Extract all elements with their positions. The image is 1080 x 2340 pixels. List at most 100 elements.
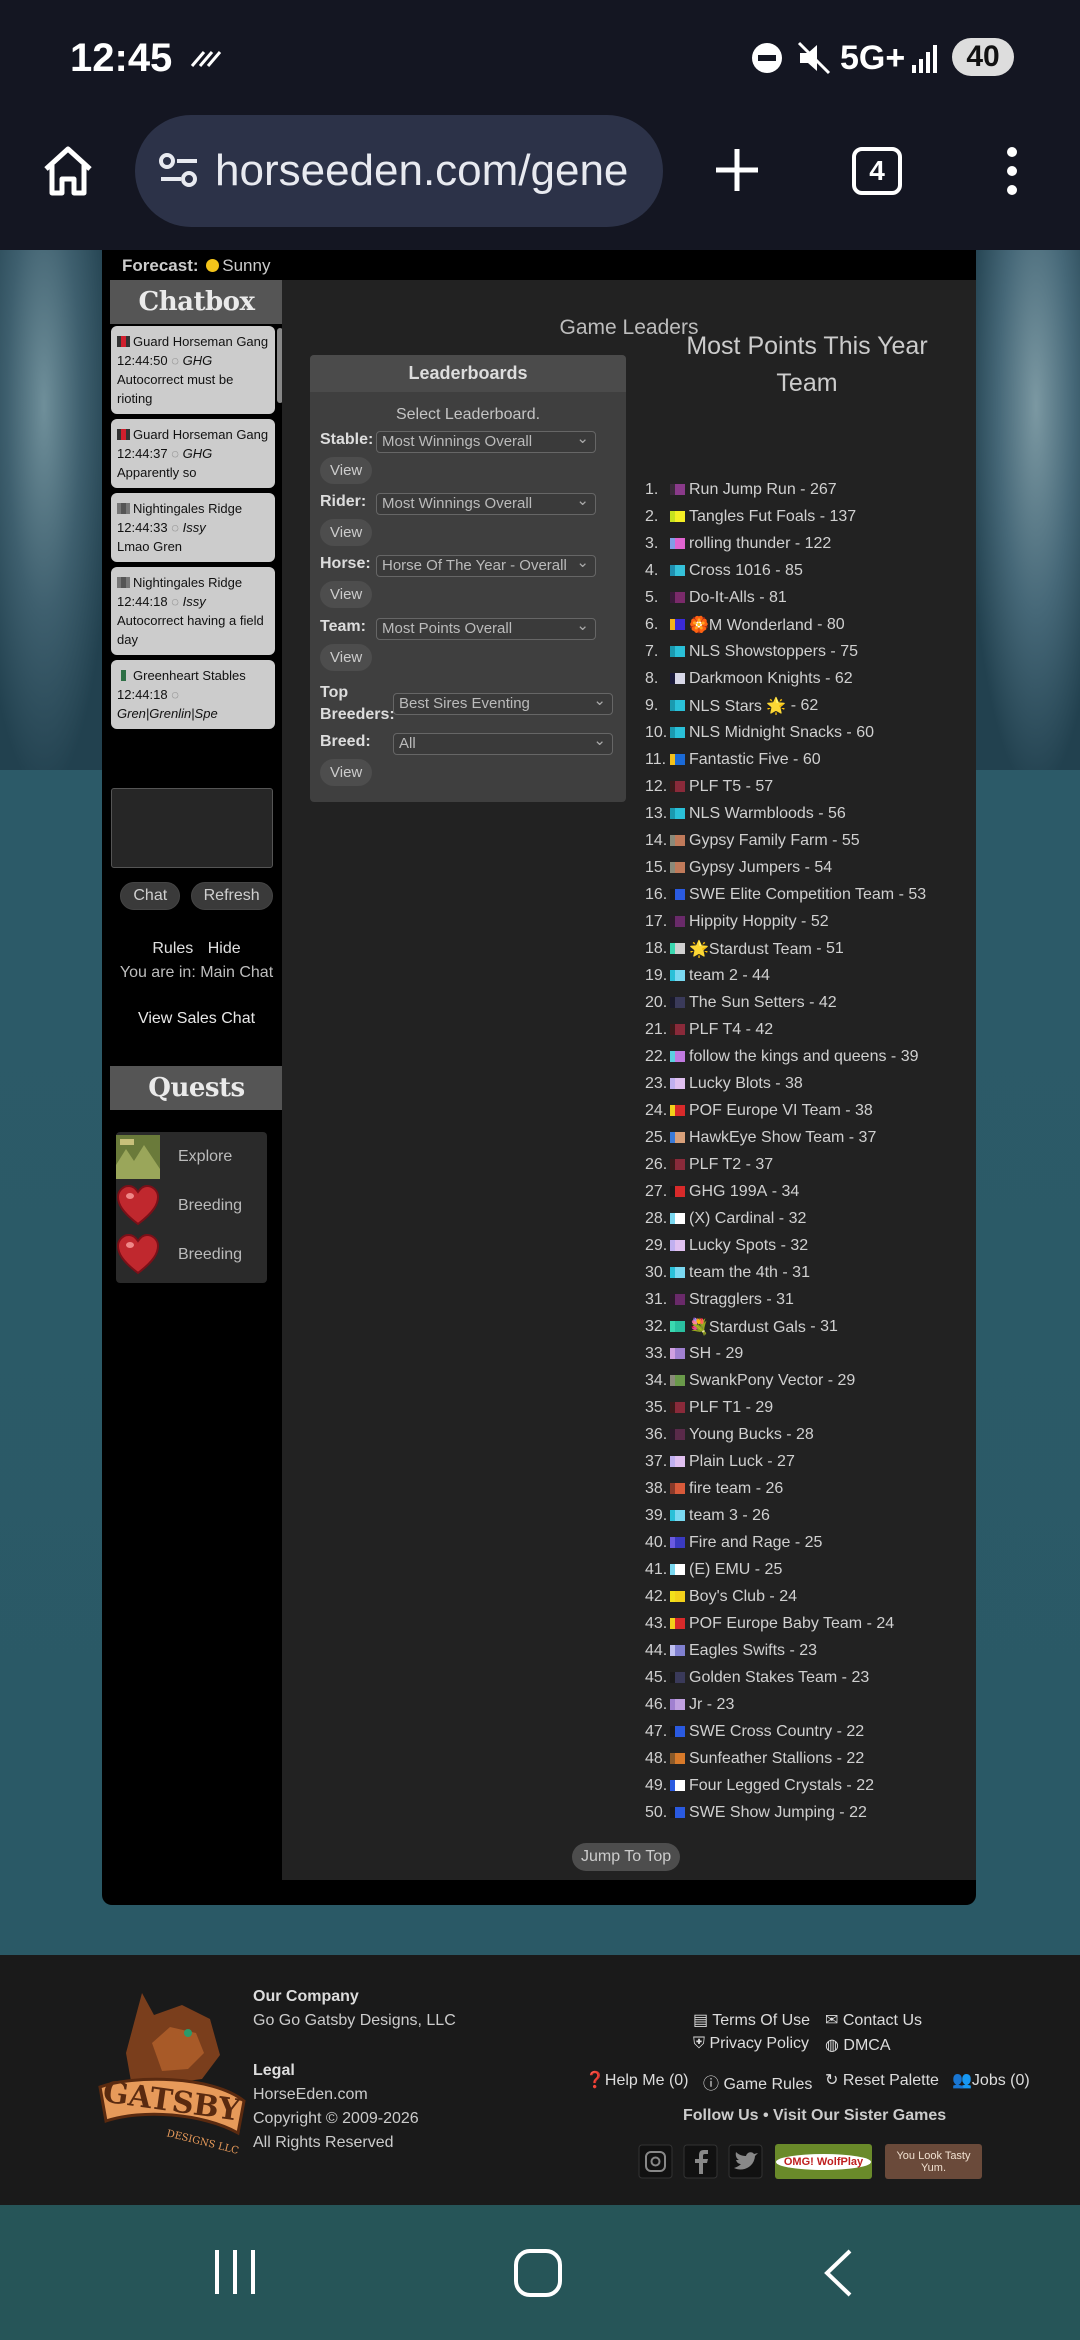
team-name-link[interactable]: Cross 1016 (689, 562, 771, 580)
team-name-link[interactable]: team 2 (689, 967, 738, 985)
wolfplay-banner[interactable]: OMG! WolfPlay (775, 2144, 872, 2179)
team-name-link[interactable]: PLF T2 (689, 1156, 741, 1174)
rider-view-button[interactable]: View (320, 519, 373, 546)
chat-input[interactable] (111, 788, 273, 868)
horse-view-button[interactable]: View (320, 581, 373, 608)
team-name-link[interactable]: HawkEye Show Team (689, 1129, 844, 1147)
stable-view-button[interactable]: View (320, 457, 373, 484)
team-name-link[interactable]: rolling thunder (689, 535, 790, 553)
team-name-link[interactable]: Hippity Hoppity (689, 913, 797, 931)
recent-apps-icon[interactable] (213, 2250, 257, 2294)
chat-user[interactable]: Gren|Grenlin|Spe (117, 706, 218, 721)
breed-select[interactable]: All (393, 731, 613, 755)
team-name-link[interactable]: Boy's Club (689, 1588, 765, 1606)
team-name-link[interactable]: SWE Elite Competition Team (689, 886, 894, 904)
site-settings-icon[interactable] (157, 151, 201, 191)
team-select[interactable]: Most Points Overall (376, 616, 596, 640)
team-name-link[interactable]: Sunfeather Stallions (689, 1750, 832, 1768)
team-name-link[interactable]: Run Jump Run (689, 481, 796, 499)
team-name-link[interactable]: NLS Showstoppers (689, 643, 826, 661)
home-nav-icon[interactable] (513, 2248, 563, 2298)
quest-item[interactable]: Breeding (116, 1230, 267, 1279)
stable-select[interactable]: Most Winnings Overall (376, 429, 596, 453)
breeders-select[interactable]: Best Sires Eventing (393, 691, 613, 715)
team-name-link[interactable]: SwankPony Vector (689, 1372, 823, 1390)
team-name-link[interactable]: Fantastic Five (689, 751, 789, 769)
more-menu-icon[interactable] (1000, 145, 1024, 197)
rules-link[interactable]: Rules (152, 940, 193, 957)
chat-user[interactable]: GHG (183, 446, 213, 461)
refresh-button[interactable]: Refresh (190, 882, 273, 910)
rules-footer-link[interactable]: ⓘ Game Rules (703, 2070, 812, 2094)
team-name-link[interactable]: PLF T1 (689, 1399, 741, 1417)
team-name-link[interactable]: (X) Cardinal (689, 1210, 774, 1228)
team-name-link[interactable]: SWE Cross Country (689, 1723, 832, 1741)
team-name-link[interactable]: NLS Midnight Snacks (689, 724, 842, 742)
chat-user[interactable]: GHG (183, 353, 213, 368)
team-name-link[interactable]: (E) EMU (689, 1561, 750, 1579)
team-name-link[interactable]: The Sun Setters (689, 994, 805, 1012)
terms-link[interactable]: ▤ Terms Of Use (693, 2010, 810, 2030)
help-link[interactable]: ❓Help Me (0) (585, 2070, 689, 2090)
team-name-link[interactable]: NLS Stars 🌟 (689, 696, 786, 716)
twitter-icon[interactable] (728, 2144, 763, 2179)
quest-item[interactable]: Explore (116, 1132, 267, 1181)
team-name-link[interactable]: follow the kings and queens (689, 1048, 886, 1066)
quest-item[interactable]: Breeding (116, 1181, 267, 1230)
chat-stable[interactable]: Guard Horseman Gang (133, 427, 268, 442)
team-name-link[interactable]: Golden Stakes Team (689, 1669, 837, 1687)
team-name-link[interactable]: PLF T5 (689, 778, 741, 796)
team-name-link[interactable]: POF Europe Baby Team (689, 1615, 862, 1633)
team-name-link[interactable]: Fire and Rage (689, 1534, 790, 1552)
jump-to-top-button[interactable]: Jump To Top (572, 1843, 681, 1871)
team-name-link[interactable]: 🌟Stardust Team (689, 939, 812, 959)
team-name-link[interactable]: Young Bucks (689, 1426, 782, 1444)
chat-stable[interactable]: Greenheart Stables (133, 668, 246, 683)
team-name-link[interactable]: Four Legged Crystals (689, 1777, 842, 1795)
team-name-link[interactable]: fire team (689, 1480, 751, 1498)
team-name-link[interactable]: Stragglers (689, 1291, 762, 1309)
team-name-link[interactable]: SH (689, 1345, 711, 1363)
chat-messages[interactable]: Guard Horseman Gang 12:44:50 ◌ GHG Autoc… (110, 324, 283, 766)
new-tab-icon[interactable] (712, 145, 762, 195)
team-name-link[interactable]: 💐Stardust Gals (689, 1317, 806, 1337)
team-name-link[interactable]: Tangles Fut Foals (689, 508, 815, 526)
contact-link[interactable]: ✉ Contact Us (825, 2010, 922, 2030)
chat-stable[interactable]: Nightingales Ridge (133, 575, 242, 590)
back-icon[interactable] (822, 2248, 854, 2298)
address-bar[interactable]: horseeden.com/gene (135, 115, 663, 227)
rider-select[interactable]: Most Winnings Overall (376, 491, 596, 515)
team-name-link[interactable]: Lucky Spots (689, 1237, 776, 1255)
team-name-link[interactable]: Darkmoon Knights (689, 670, 821, 688)
facebook-icon[interactable] (683, 2144, 718, 2179)
team-name-link[interactable]: team the 4th (689, 1264, 778, 1282)
team-name-link[interactable]: POF Europe VI Team (689, 1102, 841, 1120)
chat-stable[interactable]: Guard Horseman Gang (133, 334, 268, 349)
dmca-link[interactable]: ◍ DMCA (825, 2035, 891, 2055)
breed-view-button[interactable]: View (320, 759, 373, 786)
team-name-link[interactable]: Gypsy Family Farm (689, 832, 828, 850)
team-name-link[interactable]: Gypsy Jumpers (689, 859, 800, 877)
tasty-banner[interactable]: You Look Tasty Yum. (885, 2144, 982, 2179)
hide-link[interactable]: Hide (208, 940, 241, 957)
sales-chat-link[interactable]: View Sales Chat (110, 1010, 283, 1028)
team-name-link[interactable]: Do-It-Alls (689, 589, 755, 607)
team-name-link[interactable]: Eagles Swifts (689, 1642, 785, 1660)
team-name-link[interactable]: 🏵️M Wonderland (689, 615, 813, 635)
team-name-link[interactable]: SWE Show Jumping (689, 1804, 835, 1822)
team-name-link[interactable]: Lucky Blots (689, 1075, 771, 1093)
reset-palette-link[interactable]: ↻ Reset Palette (825, 2070, 939, 2090)
chat-user[interactable]: Issy (183, 520, 206, 535)
team-name-link[interactable]: GHG 199A (689, 1183, 767, 1201)
team-view-button[interactable]: View (320, 644, 373, 671)
team-name-link[interactable]: team 3 (689, 1507, 738, 1525)
tab-switcher-button[interactable]: 4 (852, 147, 902, 195)
jobs-link[interactable]: 👥Jobs (0) (952, 2070, 1030, 2090)
privacy-link[interactable]: ⛨ Privacy Policy (693, 2035, 809, 2053)
horse-select[interactable]: Horse Of The Year - Overall (376, 555, 596, 577)
team-name-link[interactable]: NLS Warmbloods (689, 805, 814, 823)
chat-stable[interactable]: Nightingales Ridge (133, 501, 242, 516)
chat-user[interactable]: Issy (183, 594, 206, 609)
home-icon[interactable] (42, 145, 94, 197)
site-link[interactable]: HorseEden.com (253, 2083, 456, 2107)
